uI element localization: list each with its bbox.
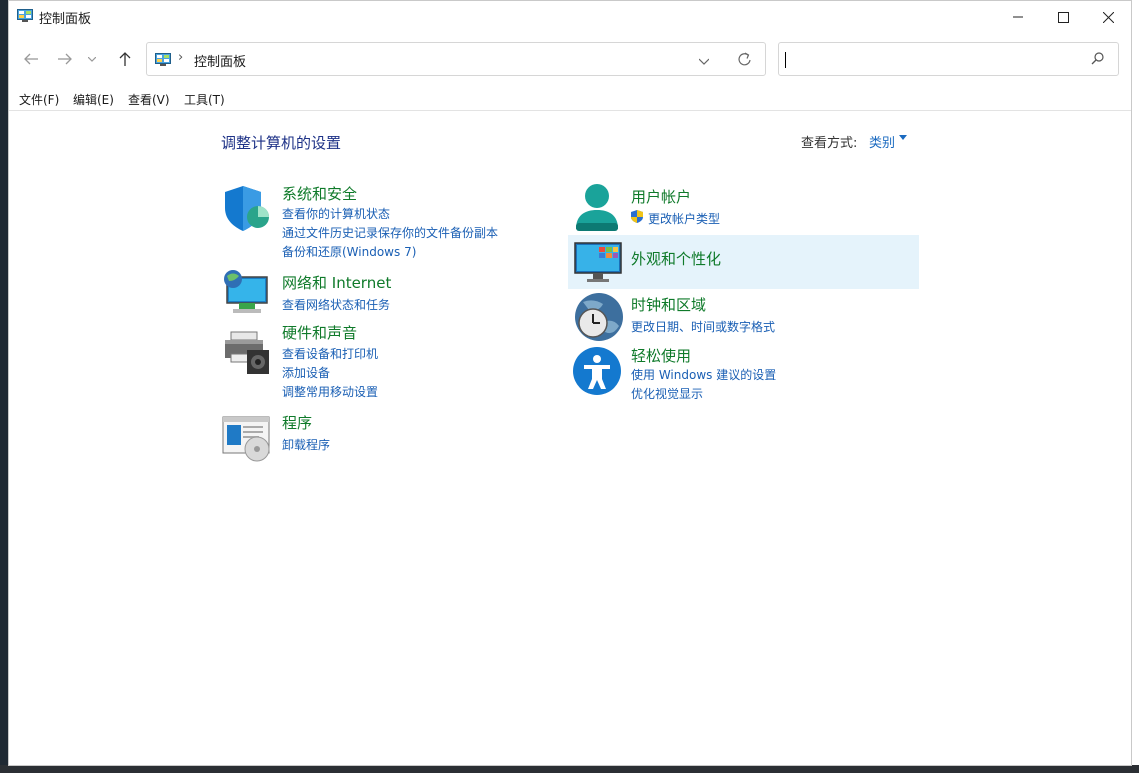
- dropdown-arrow-icon[interactable]: [899, 135, 907, 140]
- window-title: 控制面板: [39, 12, 92, 27]
- maximize-button[interactable]: [1040, 1, 1086, 33]
- view-by-label: 查看方式:: [801, 136, 858, 151]
- desktop-background-left: [0, 0, 8, 773]
- breadcrumb-control-panel[interactable]: 控制面板: [194, 51, 246, 70]
- link-mobility-settings[interactable]: 调整常用移动设置: [282, 383, 378, 400]
- link-optimize-visual-display[interactable]: 优化视觉显示: [631, 385, 703, 402]
- menu-edit[interactable]: 编辑(E): [73, 91, 114, 108]
- view-by-dropdown[interactable]: 类别: [869, 132, 895, 151]
- category-network-internet[interactable]: 网络和 Internet: [282, 272, 391, 293]
- desktop-background-right: [1131, 0, 1139, 773]
- link-devices-printers[interactable]: 查看设备和打印机: [282, 345, 378, 362]
- uac-shield-icon: [631, 210, 643, 223]
- link-add-device[interactable]: 添加设备: [282, 364, 330, 381]
- user-accounts-icon[interactable]: [573, 183, 625, 233]
- search-input[interactable]: [778, 42, 1119, 76]
- category-user-accounts[interactable]: 用户帐户: [631, 186, 691, 207]
- menu-tools[interactable]: 工具(T): [184, 91, 225, 108]
- link-backup-restore[interactable]: 备份和还原(Windows 7): [282, 243, 416, 260]
- arrow-up-icon: [119, 52, 131, 66]
- close-button[interactable]: [1085, 1, 1131, 33]
- printer-icon[interactable]: [221, 328, 273, 378]
- text-caret: [785, 52, 786, 68]
- title-bar: 控制面板: [9, 1, 1131, 33]
- arrow-right-icon: [58, 53, 72, 65]
- clock-region-icon[interactable]: [573, 292, 625, 342]
- search-icon[interactable]: [1091, 51, 1105, 67]
- recent-locations-button[interactable]: [83, 47, 101, 71]
- control-panel-icon: [155, 53, 171, 66]
- menu-file[interactable]: 文件(F): [19, 91, 59, 108]
- minimize-icon: [1013, 16, 1023, 18]
- up-button[interactable]: [113, 47, 137, 71]
- address-dropdown-icon[interactable]: [699, 50, 709, 70]
- link-file-history[interactable]: 通过文件历史记录保存你的文件备份副本: [282, 224, 498, 241]
- link-network-status[interactable]: 查看网络状态和任务: [282, 296, 390, 313]
- link-change-account-type[interactable]: 更改帐户类型: [648, 210, 720, 227]
- accessibility-icon[interactable]: [573, 347, 625, 397]
- category-programs[interactable]: 程序: [282, 412, 312, 433]
- category-hardware-sound[interactable]: 硬件和声音: [282, 322, 357, 343]
- appearance-icon[interactable]: [573, 239, 625, 289]
- address-bar[interactable]: › 控制面板: [146, 42, 766, 76]
- link-uninstall-program[interactable]: 卸载程序: [282, 436, 330, 453]
- page-title: 调整计算机的设置: [221, 134, 342, 152]
- maximize-icon: [1057, 11, 1069, 23]
- programs-icon[interactable]: [221, 413, 273, 463]
- arrow-left-icon: [24, 53, 38, 65]
- category-appearance[interactable]: 外观和个性化: [631, 248, 721, 269]
- shield-icon[interactable]: [221, 184, 273, 234]
- category-ease-of-access[interactable]: 轻松使用: [631, 345, 691, 366]
- link-view-computer-status[interactable]: 查看你的计算机状态: [282, 205, 390, 222]
- network-icon[interactable]: [221, 269, 273, 319]
- forward-button[interactable]: [53, 47, 77, 71]
- link-windows-recommended-settings[interactable]: 使用 Windows 建议的设置: [631, 366, 776, 383]
- minimize-button[interactable]: [995, 1, 1041, 33]
- menu-view[interactable]: 查看(V): [128, 91, 170, 108]
- chevron-right-icon[interactable]: ›: [178, 50, 183, 65]
- control-panel-icon: [17, 9, 33, 22]
- category-clock-region[interactable]: 时钟和区域: [631, 294, 706, 315]
- link-change-date-time-format[interactable]: 更改日期、时间或数字格式: [631, 318, 775, 335]
- back-button[interactable]: [19, 47, 43, 71]
- taskbar-edge: [0, 765, 1139, 773]
- chevron-down-icon: [88, 56, 96, 62]
- category-system-security[interactable]: 系统和安全: [282, 183, 357, 204]
- refresh-icon[interactable]: [737, 49, 753, 69]
- close-icon: [1102, 11, 1114, 23]
- control-panel-window: 控制面板 › 控制面板 文件(F) 编辑(E) 查看(V) 工具(T) 调整计算…: [8, 0, 1132, 766]
- menu-bar: 文件(F) 编辑(E) 查看(V) 工具(T): [9, 89, 1131, 111]
